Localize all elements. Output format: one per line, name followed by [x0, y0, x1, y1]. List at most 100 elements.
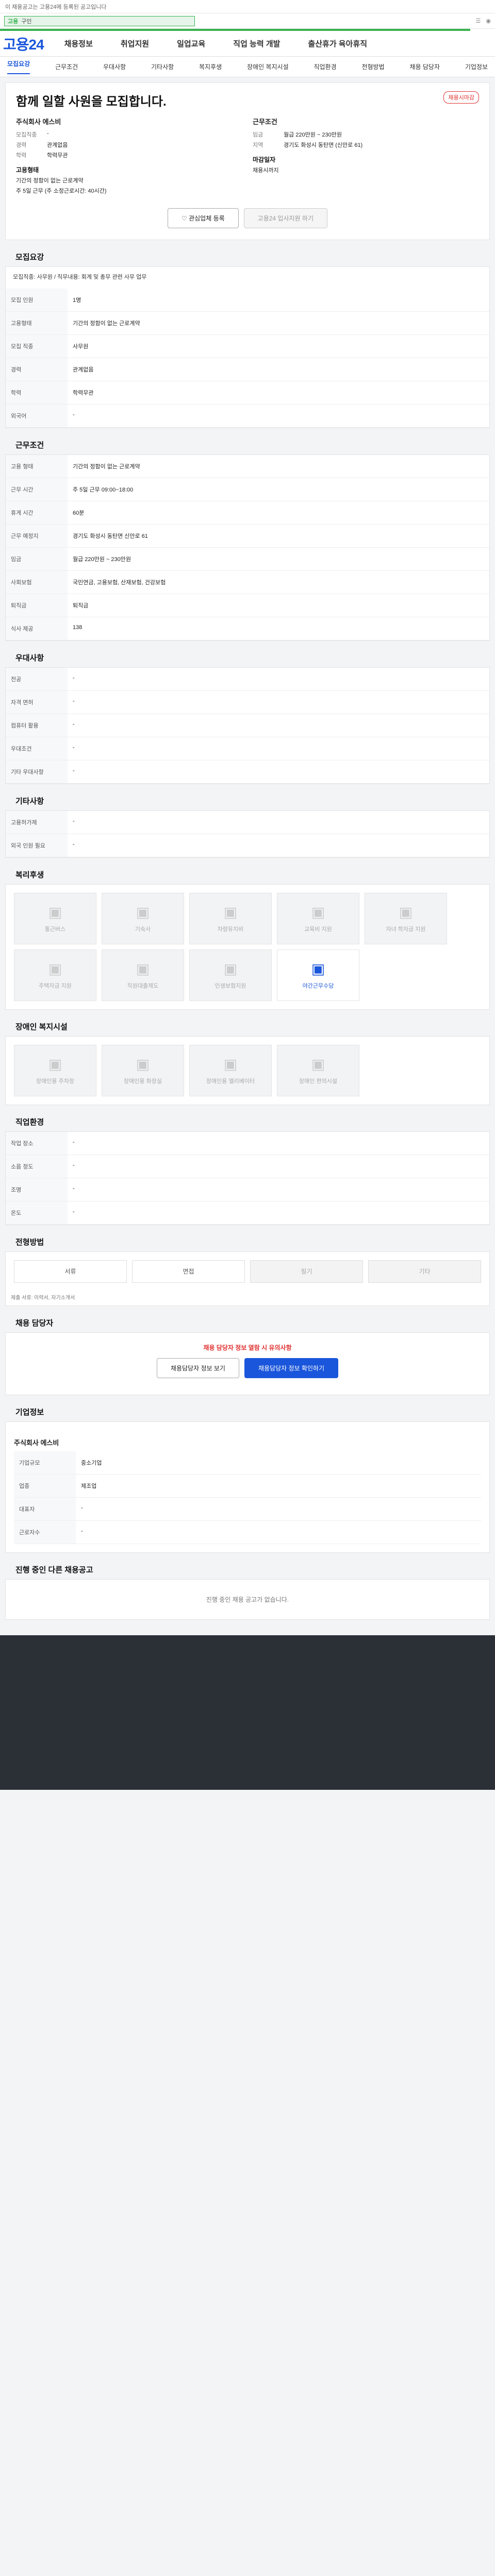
company-heading: 기업정보	[15, 1408, 44, 1417]
search-bar: 고용 구인 ☰ ◉	[0, 13, 495, 29]
benefit-item: ▣ 인생보험지원	[189, 949, 272, 1001]
row-key: 사회보험	[6, 570, 68, 594]
table-row: 우대조건 -	[6, 737, 489, 760]
benefit-label: 기숙사	[135, 926, 151, 933]
tab-10[interactable]: 기업정보	[465, 62, 488, 71]
benefit-label: 장애인용 주차장	[36, 1078, 74, 1085]
tab-6[interactable]: 장애인 복지시설	[247, 62, 289, 71]
contact-confirm-button[interactable]: 채용담당자 정보 확인하기	[244, 1358, 339, 1378]
table-row: 휴게 시간 60분	[6, 501, 489, 524]
benefit-label: 자녀 학자금 지원	[386, 926, 426, 933]
tab-1[interactable]: 모집요강	[7, 59, 30, 74]
benefit-item: ▣ 장애인용 주차장	[14, 1044, 96, 1096]
logo[interactable]: 고용24	[3, 33, 44, 54]
benefit-item: ▣ 자녀 학자금 지원	[365, 892, 447, 944]
benefit-icon: ▣	[48, 961, 62, 977]
benefit-item: ▣ 기숙사	[102, 892, 184, 944]
table-row: 식사 제공 138	[6, 617, 489, 640]
row-value: 주 5일 근무 09:00~18:00	[68, 478, 489, 501]
benefit-label: 장애인용 엘리베이터	[206, 1078, 255, 1085]
deadline: 채용시까지	[253, 167, 279, 174]
method-box: 서류 면접 필기 기타 제출 서류: 이력서, 자기소개서	[5, 1251, 490, 1306]
row-value: 중소기업	[76, 1451, 481, 1475]
row-value: 60분	[68, 501, 489, 524]
status-badge: 채용시마감	[443, 91, 479, 104]
table-row: 근로자수 -	[14, 1520, 481, 1544]
footer	[0, 1635, 495, 1790]
gnb-item-5[interactable]: 출산휴가 육아휴직	[308, 38, 367, 49]
gnb-item-3[interactable]: 일업교육	[177, 38, 205, 49]
row-value: 제조업	[76, 1474, 481, 1498]
menu-icon[interactable]: ☰	[476, 18, 481, 24]
gnb-item-2[interactable]: 취업지원	[121, 38, 149, 49]
table-row: 근무 시간 주 5일 근무 09:00~18:00	[6, 478, 489, 501]
kv-key: 지역	[253, 142, 263, 148]
benefit-icon: ▣	[136, 961, 150, 977]
benefit-label: 야간근무수당	[302, 983, 334, 990]
kv-key: 모집직종	[16, 132, 37, 138]
benefit-icon: ▣	[399, 904, 413, 921]
benefit-item: ▣ 통근버스	[14, 892, 96, 944]
search-value: 구인	[21, 18, 32, 25]
row-value: -	[68, 1155, 489, 1178]
kv-value: 경기도 화성시 동탄면 (신안로 61)	[284, 142, 363, 148]
kv-key: 경력	[16, 142, 27, 148]
tab-2[interactable]: 근무조건	[55, 62, 78, 71]
pref-box: 전공 - 자격 면허 - 컴퓨터 활용 - 우대조건 - 기타 우대사항 -	[5, 667, 490, 784]
tab-7[interactable]: 직업환경	[314, 62, 336, 71]
table-row: 기업규모 중소기업	[14, 1451, 481, 1475]
table-row: 모집 직종 사무원	[6, 334, 489, 358]
kv-value: -	[47, 130, 49, 137]
row-key: 작업 장소	[6, 1131, 68, 1155]
kv-key: 학력	[16, 152, 27, 159]
benefit-heading: 복리후생	[15, 870, 44, 879]
row-value: 기간의 정함이 없는 근로계약	[68, 454, 489, 478]
env-heading: 직업환경	[15, 1117, 44, 1127]
facility-box: ▣ 장애인용 주차장 ▣ 장애인용 화장실 ▣ 장애인용 엘리베이터 ▣ 장애인 편의시설	[5, 1036, 490, 1105]
global-nav: 고용24 채용정보 취업지원 일업교육 직업 능력 개발 출산휴가 육아휴직	[0, 31, 495, 57]
top-notice: 이 채용공고는 고용24에 등록된 공고입니다	[0, 0, 495, 13]
row-value: 월급 220만원 ~ 230만원	[68, 547, 489, 571]
cond-box: 고용 형태 기간의 정함이 없는 근로계약 근무 시간 주 5일 근무 09:00~1…	[5, 454, 490, 641]
search-input[interactable]: 고용 구인	[4, 15, 195, 26]
table-row: 온도 -	[6, 1201, 489, 1225]
tab-4[interactable]: 기타사항	[151, 62, 174, 71]
table-row: 대표자 -	[14, 1497, 481, 1521]
tab-3[interactable]: 우대사항	[103, 62, 126, 71]
row-value: -	[68, 690, 489, 714]
row-value: -	[68, 737, 489, 760]
gnb-item-1[interactable]: 채용정보	[64, 38, 93, 49]
table-row: 업종 제조업	[14, 1474, 481, 1498]
method-written: 필기	[250, 1260, 363, 1283]
table-row: 외국 인원 필요 -	[6, 834, 489, 857]
recruit-box: 모집직종: 사무원 / 직무내용: 회계 및 총무 관련 사무 업무 모집 인원…	[5, 266, 490, 428]
row-value: 기간의 정함이 없는 근로계약	[68, 311, 489, 335]
row-key: 모집 직종	[6, 334, 68, 358]
facility-grid: ▣ 장애인용 주차장 ▣ 장애인용 화장실 ▣ 장애인용 엘리베이터 ▣ 장애인 편의시설	[6, 1037, 489, 1105]
contact-view-button[interactable]: 채용담당자 정보 보기	[156, 1358, 239, 1378]
company-box: 주식회사 에스비 기업규모 중소기업 업종 제조업 대표자 - 근로자수 -	[5, 1421, 490, 1553]
tab-8[interactable]: 전형방법	[361, 62, 384, 71]
row-value: -	[68, 667, 489, 691]
row-key: 퇴직금	[6, 594, 68, 617]
gnb-item-4[interactable]: 직업 능력 개발	[233, 38, 280, 49]
benefit-item: ▣ 차량유지비	[189, 892, 272, 944]
benefit-icon: ▣	[223, 904, 238, 921]
apply-button[interactable]: 고용24 입사지원 하기	[243, 208, 327, 228]
row-value: -	[68, 834, 489, 857]
benefit-label: 직원대출제도	[127, 983, 159, 990]
row-value: 경기도 화성시 동탄면 신안로 61	[68, 524, 489, 548]
heart-icon: ♡	[181, 215, 189, 222]
tab-9[interactable]: 채용 담당자	[409, 62, 440, 71]
tab-5[interactable]: 복지후생	[199, 62, 222, 71]
favorite-button[interactable]: ♡ 관심업체 등록	[167, 208, 239, 228]
row-value: 국민연금, 고용보험, 산재보험, 건강보험	[68, 570, 489, 594]
benefit-item: ▣ 장애인용 엘리베이터	[189, 1044, 272, 1096]
cond-table: 고용 형태 기간의 정함이 없는 근로계약 근무 시간 주 5일 근무 09:00~1…	[6, 454, 489, 640]
row-value: 퇴직금	[68, 594, 489, 617]
benefit-item: ▣ 직원대출제도	[102, 949, 184, 1001]
employment-type-heading: 고용형태	[16, 166, 39, 174]
user-icon[interactable]: ◉	[486, 18, 491, 24]
benefit-label: 통근버스	[44, 926, 66, 933]
row-key: 컴퓨터 활용	[6, 714, 68, 737]
